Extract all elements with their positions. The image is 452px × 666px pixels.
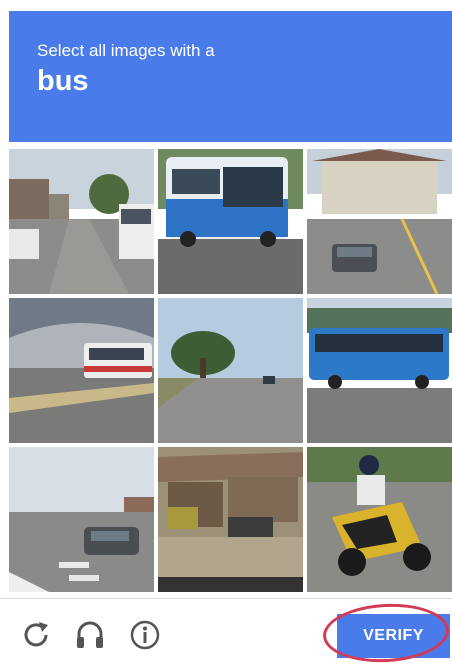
challenge-footer: VERIFY (0, 598, 452, 666)
image-tile-7[interactable] (9, 447, 154, 592)
image-tile-3[interactable] (307, 149, 452, 294)
info-icon[interactable] (129, 619, 161, 651)
image-tile-5[interactable] (158, 298, 303, 443)
target-object: bus (37, 65, 89, 97)
image-tile-1[interactable] (9, 149, 154, 294)
image-grid (9, 149, 452, 592)
image-tile-6[interactable] (307, 298, 452, 443)
image-tile-8[interactable] (158, 447, 303, 592)
reload-icon[interactable] (20, 619, 52, 651)
instruction-text: Select all images with a (37, 41, 215, 60)
audio-challenge-icon[interactable] (74, 619, 106, 651)
verify-button[interactable]: VERIFY (337, 614, 450, 658)
image-tile-9[interactable] (307, 447, 452, 592)
image-tile-2[interactable] (158, 149, 303, 294)
challenge-header: Select all images with a bus (9, 11, 452, 142)
image-tile-4[interactable] (9, 298, 154, 443)
